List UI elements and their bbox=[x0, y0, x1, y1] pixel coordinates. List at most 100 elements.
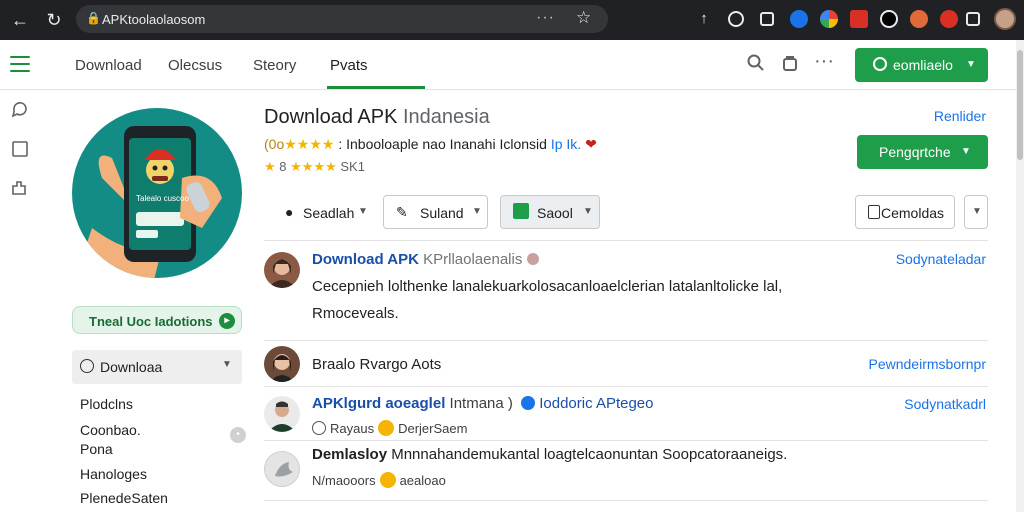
menu-icon[interactable] bbox=[966, 12, 980, 26]
tab-download[interactable]: Download bbox=[75, 57, 142, 74]
star-rating-icon: ★ bbox=[264, 159, 276, 174]
divider bbox=[264, 240, 988, 241]
sidebar-item[interactable]: Hanologes bbox=[80, 466, 147, 482]
square-icon[interactable] bbox=[10, 140, 30, 160]
header-action-button[interactable]: eomliaelo ▼ bbox=[855, 48, 988, 82]
circle-icon bbox=[80, 359, 94, 373]
details-button[interactable]: Cemoldas bbox=[855, 195, 955, 229]
reminder-link[interactable]: Renlider bbox=[880, 108, 986, 124]
save-button[interactable]: Saool ▼ bbox=[500, 195, 600, 229]
sidebar-item[interactable]: Plodclns bbox=[80, 396, 133, 412]
pen-icon: ✎ bbox=[396, 204, 408, 220]
tab-pvats[interactable]: Pvats bbox=[330, 57, 368, 74]
rating-link[interactable]: Ip Ik. bbox=[551, 136, 581, 152]
list-item-title[interactable]: Demlasloy Mnnnahandemukantal loagtelcaon… bbox=[312, 446, 787, 463]
install-button[interactable]: Pengqrtche ▼ bbox=[857, 135, 988, 169]
feature-pill[interactable]: Tneal Uoc Iadotions ▸ bbox=[72, 306, 242, 334]
list-item-title-muted: Intmana ) bbox=[445, 395, 513, 412]
extension-blue-icon[interactable] bbox=[790, 10, 808, 28]
page-icon[interactable] bbox=[760, 12, 774, 26]
rating-prefix: (0o bbox=[264, 136, 285, 152]
user-icon: ● bbox=[285, 204, 294, 220]
extension-color-icon[interactable] bbox=[820, 10, 838, 28]
lock-icon: 🔒 bbox=[86, 11, 101, 25]
sort-label: Suland bbox=[420, 205, 464, 221]
app-header: Download Olecsus Steory Pvats ··· eomlia… bbox=[0, 40, 1016, 90]
list-item-action[interactable]: Sodynateladar bbox=[846, 251, 986, 267]
avatar[interactable] bbox=[264, 252, 300, 288]
rating-row: (0o★★★★ : Inbooloaple nao Inanahi Iclons… bbox=[264, 136, 597, 153]
address-bar[interactable]: 🔒 APKtoolaolaosom ··· ☆ bbox=[76, 5, 608, 33]
bookmark-star-icon[interactable]: ☆ bbox=[576, 8, 591, 28]
app-badge-icon bbox=[521, 396, 536, 410]
list-item-meta-text: Rayaus bbox=[330, 421, 375, 436]
sort-button[interactable]: ✎ Suland ▼ bbox=[383, 195, 488, 229]
list-item-meta-text: N/maooors bbox=[312, 473, 376, 488]
sidebar-dropdown-label: Downloaa bbox=[100, 359, 163, 375]
list-item-title-strong: Demlasloy bbox=[312, 446, 388, 463]
shield-icon[interactable] bbox=[728, 11, 744, 27]
divider bbox=[264, 386, 988, 387]
search-filter-button[interactable]: ● Seadlah ▼ bbox=[272, 195, 372, 229]
share-icon[interactable]: ↑ bbox=[695, 10, 713, 28]
smile-icon bbox=[312, 421, 326, 435]
rating-count: SK1 bbox=[340, 159, 365, 174]
status-icon bbox=[526, 253, 539, 265]
avatar[interactable] bbox=[264, 451, 300, 487]
chevron-down-icon: ▼ bbox=[961, 146, 971, 157]
more-icon[interactable]: ··· bbox=[536, 9, 555, 27]
emoji-icon bbox=[379, 472, 396, 488]
extension-dark-icon[interactable] bbox=[880, 10, 898, 28]
rating-secondary: ★ 8 ★★★★ SK1 bbox=[264, 159, 365, 174]
save-icon bbox=[513, 203, 529, 219]
header-action-label: eomliaelo bbox=[893, 57, 953, 73]
avatar[interactable] bbox=[264, 396, 300, 432]
list-item-meta: Rayaus DerjerSaem bbox=[312, 420, 467, 436]
chevron-down-icon: ▼ bbox=[222, 359, 232, 370]
divider bbox=[264, 500, 988, 501]
tab-steory[interactable]: Steory bbox=[253, 57, 296, 74]
tab-olecsus[interactable]: Olecsus bbox=[168, 57, 222, 74]
scrollbar[interactable] bbox=[1016, 40, 1024, 512]
document-icon bbox=[868, 205, 880, 219]
url-text: APKtoolaolaosom bbox=[102, 12, 206, 27]
profile-avatar[interactable] bbox=[994, 8, 1016, 30]
expand-icon[interactable]: • bbox=[230, 427, 246, 443]
puzzle-icon[interactable] bbox=[10, 178, 30, 198]
bag-icon[interactable] bbox=[780, 54, 800, 74]
list-item-title-strong: Download APK bbox=[312, 251, 419, 268]
active-tab-indicator bbox=[327, 86, 425, 89]
arrow-right-icon: ▸ bbox=[219, 313, 235, 329]
star-rating-icon: ★★★★ bbox=[290, 159, 337, 174]
list-item-title-link[interactable]: Ioddoric APtegeo bbox=[539, 395, 653, 412]
sidebar-item[interactable]: Coonbao. bbox=[80, 422, 141, 438]
extension-orange-icon[interactable] bbox=[910, 10, 928, 28]
list-item-action[interactable]: Sodynatkadrl bbox=[846, 396, 986, 412]
more-options-icon[interactable]: ··· bbox=[814, 51, 834, 74]
back-icon[interactable]: ← bbox=[8, 8, 32, 32]
list-item-title[interactable]: Download APK KPrllaolaenalis bbox=[312, 251, 539, 268]
list-item-title[interactable]: Braalo Rvargo Aots bbox=[312, 356, 441, 373]
extension-red-icon[interactable] bbox=[850, 10, 868, 28]
list-item-title[interactable]: APKlgurd aoeaglel Intmana ) Ioddoric APt… bbox=[312, 395, 654, 412]
list-item-action[interactable]: Pewndeirmsbornpr bbox=[830, 356, 987, 372]
list-item-title-muted: KPrllaolaenalis bbox=[418, 251, 523, 268]
chevron-down-icon: ▼ bbox=[966, 59, 976, 70]
heart-icon[interactable]: ❤ bbox=[585, 136, 597, 152]
star-rating-icon: ★★★★ bbox=[284, 136, 335, 152]
scrollbar-thumb[interactable] bbox=[1017, 50, 1023, 160]
sidebar-item[interactable]: PlenedeSaten bbox=[80, 490, 168, 506]
sidebar-dropdown[interactable]: Downloaa ▼ bbox=[72, 350, 242, 384]
chevron-down-icon: ▼ bbox=[472, 206, 482, 217]
chat-icon[interactable] bbox=[10, 100, 30, 120]
install-button-label: Pengqrtche bbox=[879, 144, 951, 160]
toolbar-more-button[interactable]: ▼ bbox=[964, 195, 988, 229]
reload-icon[interactable]: ↻ bbox=[42, 8, 66, 32]
sidebar-item[interactable]: Pona bbox=[80, 441, 113, 457]
whatsapp-icon bbox=[873, 57, 887, 71]
save-label: Saool bbox=[537, 205, 573, 221]
extension-record-icon[interactable] bbox=[940, 10, 958, 28]
hamburger-icon[interactable] bbox=[10, 56, 30, 72]
avatar[interactable] bbox=[264, 346, 300, 382]
search-icon[interactable] bbox=[746, 54, 766, 74]
